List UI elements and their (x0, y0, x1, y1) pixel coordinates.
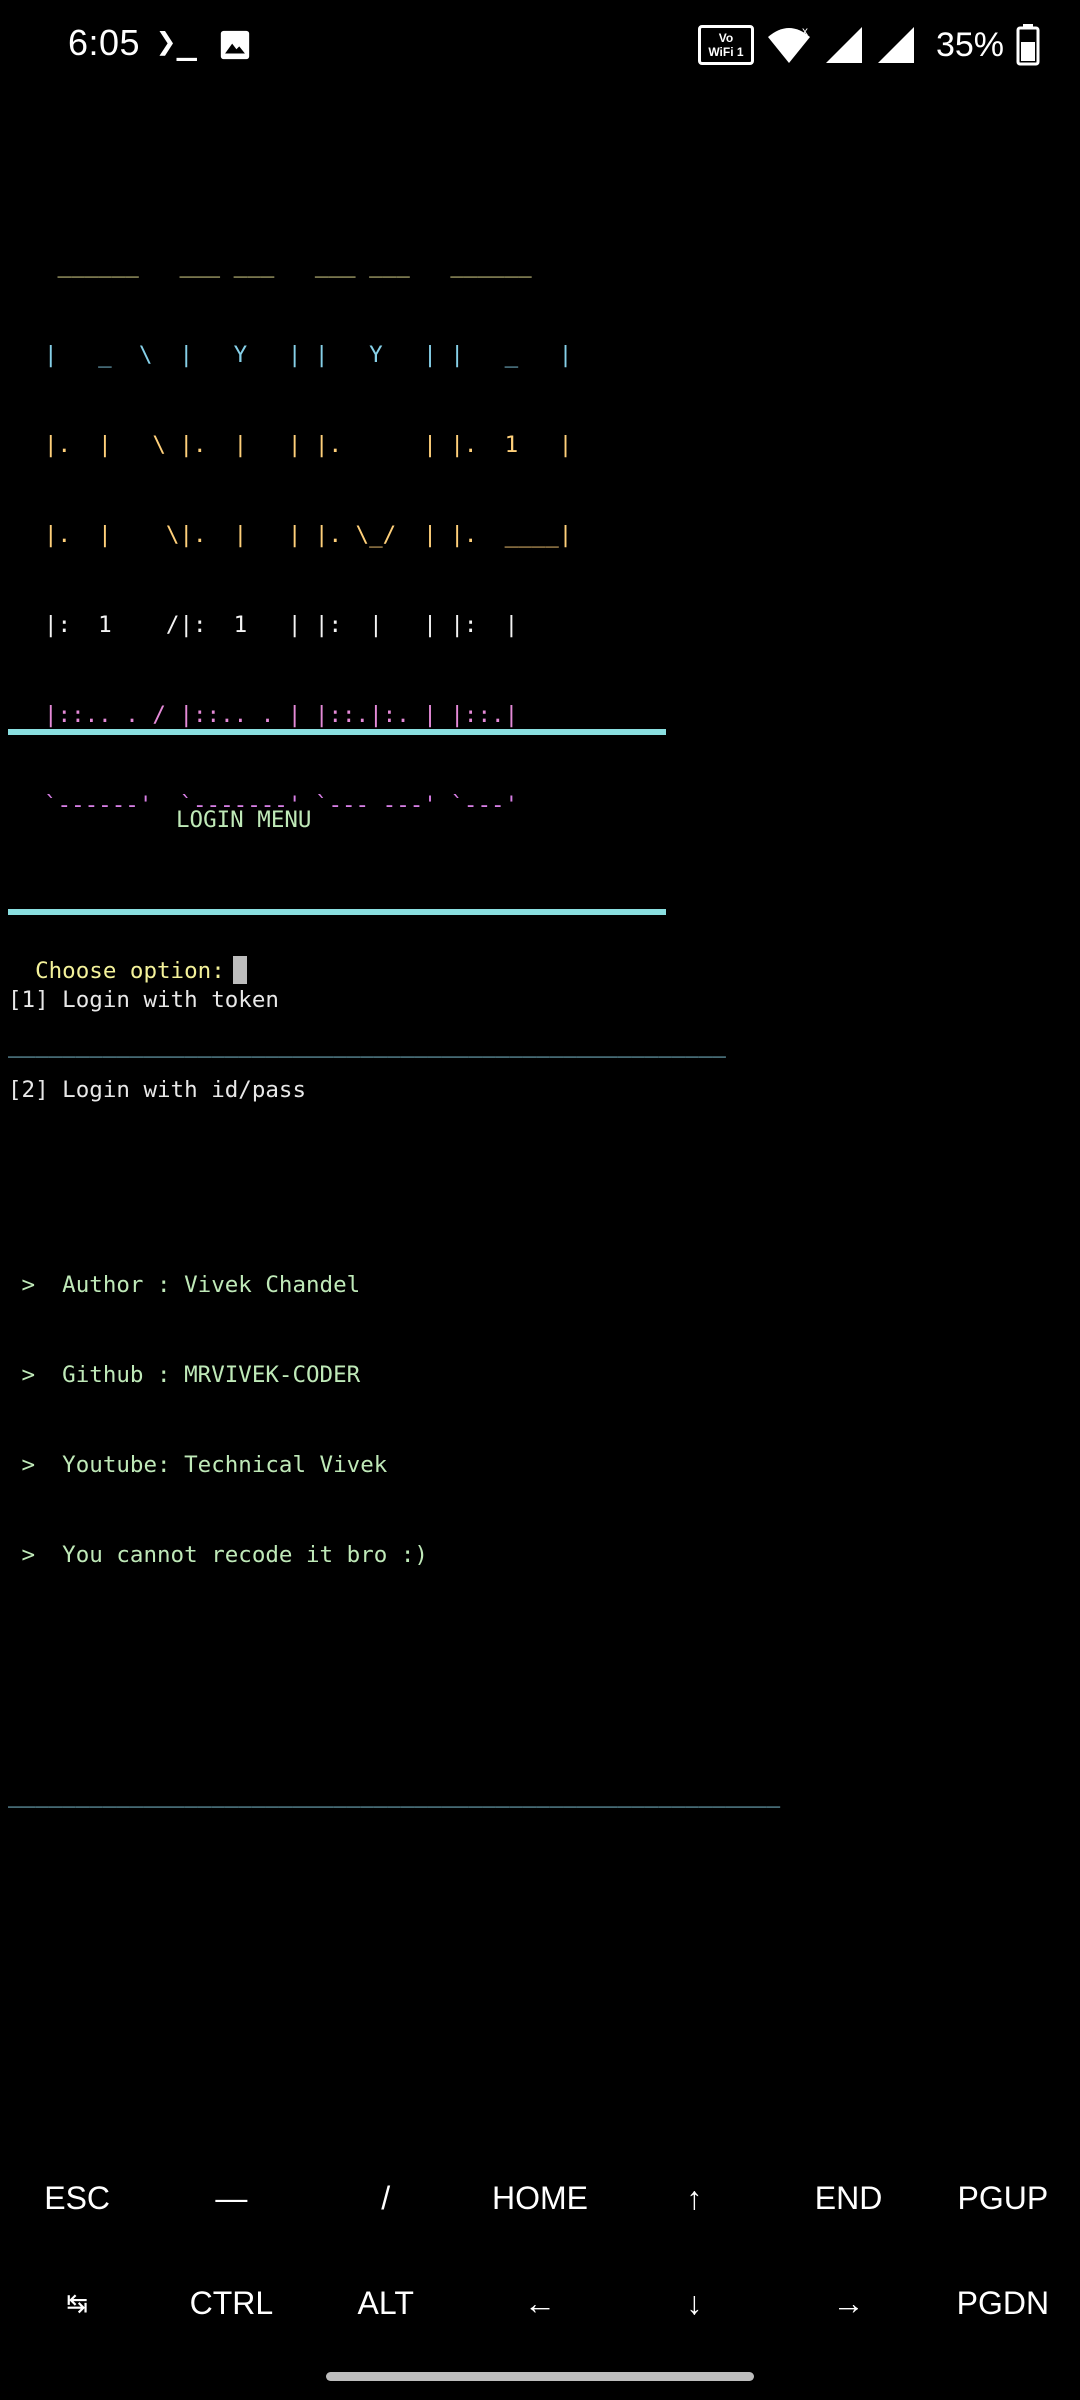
menu-divider-top (8, 729, 666, 735)
svg-text:x: x (802, 25, 808, 38)
signal-icon (825, 27, 862, 63)
banner-line: |. | \|. | | |. \_/ | |. ____| (44, 522, 573, 548)
info-line: > Youtube: Technical Vivek (8, 1452, 388, 1478)
banner-line: |. | \ |. | | |. | |. 1 | (44, 432, 573, 458)
terminal-icon: ❯_ (156, 22, 197, 62)
extra-keys-bar: ESC — / HOME ↑ END PGUP ↹ CTRL ALT ← ↓ →… (0, 2146, 1080, 2356)
banner-line: ______ ___ ___ ___ ___ ______ (44, 252, 532, 278)
separator-bottom: ________________________________________… (8, 1782, 781, 1808)
banner-line: |::.. . / |::.. . | |::.|:. | |::.| (44, 702, 519, 728)
clock: 6:05 (68, 22, 141, 63)
status-icons: Vo WiFi 1 x 35% (697, 20, 1040, 70)
key-ctrl[interactable]: CTRL (154, 2251, 308, 2356)
key-right-arrow[interactable]: → (771, 2251, 925, 2356)
info-line: > Github : MRVIVEK-CODER (8, 1362, 361, 1388)
terminal-cursor[interactable] (232, 956, 247, 984)
prompt-line[interactable]: Choose option: (8, 926, 1072, 986)
battery-percent: 35% (935, 25, 1004, 64)
menu-title: LOGIN MENU (176, 807, 312, 833)
image-icon (220, 30, 250, 60)
key-dash[interactable]: — (154, 2146, 308, 2251)
banner-line: |: 1 /|: 1 | |: | | |: | (44, 612, 519, 638)
info-line: > You cannot recode it bro :) (8, 1542, 428, 1568)
banner-line: | _ \ | Y | | Y | | _ | (44, 342, 573, 368)
info-line: > Author : Vivek Chandel (8, 1272, 361, 1298)
key-end[interactable]: END (771, 2146, 925, 2251)
wifi-icon: x (767, 25, 810, 63)
vowifi-icon: Vo WiFi 1 (697, 25, 754, 65)
menu-option-idpass: [2] Login with id/pass (8, 1077, 307, 1103)
key-pgup[interactable]: PGUP (926, 2146, 1080, 2251)
battery-icon (1016, 24, 1040, 66)
key-esc[interactable]: ESC (0, 2146, 154, 2251)
extra-keys-row-2: ↹ CTRL ALT ← ↓ → PGDN (0, 2251, 1080, 2356)
key-left-arrow[interactable]: ← (463, 2251, 617, 2356)
prompt-label: Choose option: (35, 958, 225, 984)
key-tab[interactable]: ↹ (0, 2251, 154, 2356)
home-indicator[interactable] (326, 2372, 754, 2381)
key-pgdn[interactable]: PGDN (926, 2251, 1080, 2356)
menu-option-token: [1] Login with token (8, 987, 279, 1013)
info-block: > Author : Vivek Chandel > Github : MRVI… (8, 1210, 1072, 1630)
key-down-arrow[interactable]: ↓ (617, 2251, 771, 2356)
vowifi-label-top: Vo (718, 31, 734, 45)
key-alt[interactable]: ALT (309, 2251, 463, 2356)
status-bar: 6:05 ❯_ Vo WiFi 1 x 35% (0, 0, 1080, 90)
key-home[interactable]: HOME (463, 2146, 617, 2251)
key-slash[interactable]: / (309, 2146, 463, 2251)
signal-icon (877, 27, 914, 63)
vowifi-label-bottom: WiFi 1 (708, 45, 744, 59)
key-up-arrow[interactable]: ↑ (617, 2146, 771, 2251)
menu-divider-bottom (8, 909, 666, 915)
extra-keys-row-1: ESC — / HOME ↑ END PGUP (0, 2146, 1080, 2251)
